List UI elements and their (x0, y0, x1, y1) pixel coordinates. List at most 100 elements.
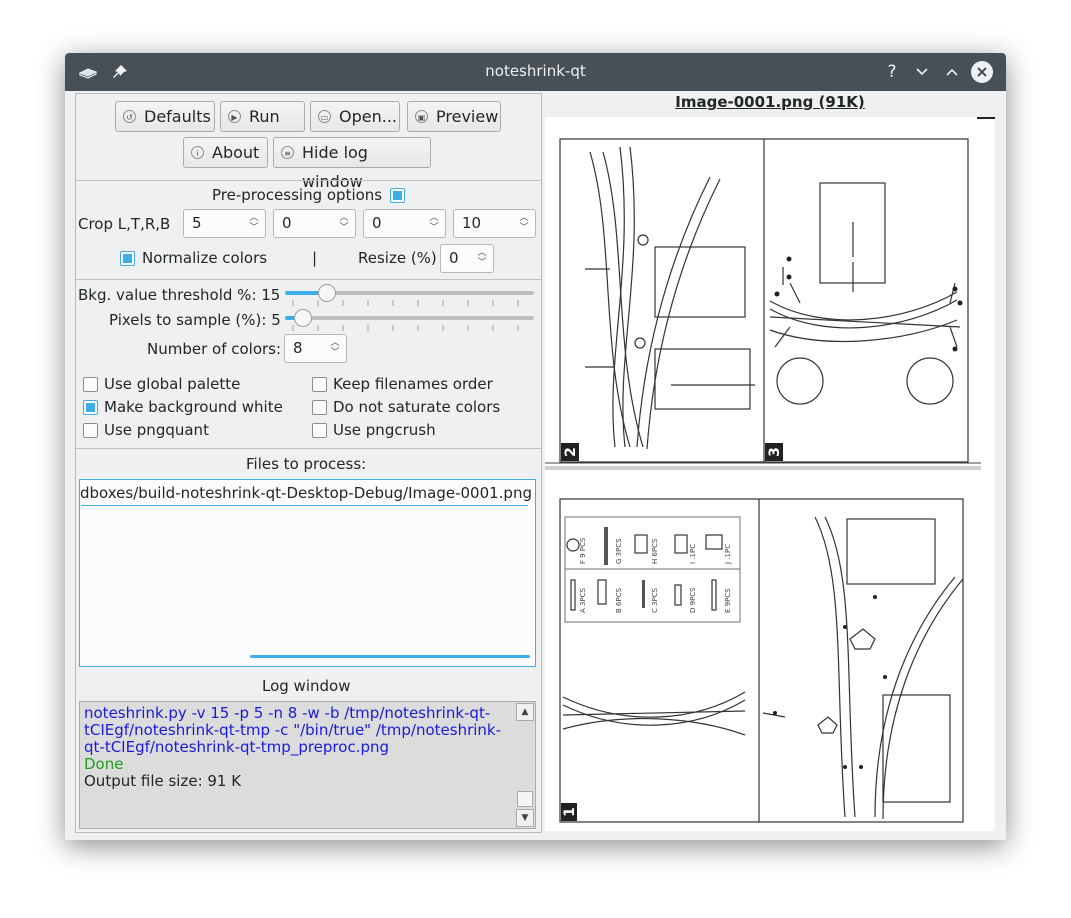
spin-arrows-icon[interactable]: ︿ ﹀ (338, 213, 350, 233)
about-label: About (212, 143, 260, 162)
pngquant-checkbox[interactable] (83, 423, 98, 438)
pixels-sample-slider[interactable] (285, 316, 534, 320)
title-bar: noteshrink-qt ? (65, 53, 1006, 91)
close-icon (977, 67, 987, 77)
scroll-thumb[interactable] (517, 791, 533, 807)
pixels-sample-ticks (292, 325, 519, 331)
bg-white-label: Make background white (104, 398, 283, 416)
resize-label: Resize (%) (358, 249, 437, 267)
crop-bottom-spinbox[interactable]: 10 ︿ ﹀ (453, 209, 536, 238)
keep-order-checkbox[interactable] (312, 377, 327, 392)
crop-top-spinbox[interactable]: 0 ︿ ﹀ (273, 209, 356, 238)
panel-number: 3 (767, 447, 783, 457)
hide-log-button[interactable]: ≡ Hide log window (273, 137, 431, 191)
pixels-sample-label: Pixels to sample (%): 5 (109, 311, 281, 329)
crop-left-value: 5 (192, 214, 202, 232)
log-title: Log window (262, 677, 351, 695)
files-hscrollbar[interactable] (250, 655, 530, 658)
files-list[interactable]: dboxes/build-noteshrink-qt-Desktop-Debug… (79, 479, 536, 667)
open-button[interactable]: ▭ Open... (310, 101, 400, 132)
part-label: F 9 PCS (579, 537, 587, 564)
panel-number: 2 (563, 447, 579, 457)
about-button[interactable]: i About (183, 137, 268, 168)
spin-arrows-icon[interactable]: ︿ ﹀ (476, 248, 488, 268)
preview-icon: ▣ (415, 110, 428, 123)
info-icon: i (191, 146, 204, 159)
hide-log-label: Hide log window (302, 143, 368, 191)
spin-arrows-icon[interactable]: ︿ ﹀ (428, 213, 440, 233)
maximize-button[interactable] (941, 61, 963, 83)
image-preview: 2 3 1 F 9 PCS G 3PCS H 6PCS I .1PC J .1P… (545, 117, 995, 831)
file-item-underline (81, 505, 528, 506)
preview-label: Preview (436, 107, 499, 126)
separator (76, 180, 541, 181)
no-saturate-checkbox[interactable] (312, 400, 327, 415)
help-button[interactable]: ? (881, 61, 903, 83)
run-button[interactable]: ▶ Run (220, 101, 305, 132)
option-divider: | (312, 249, 318, 267)
global-palette-checkbox[interactable] (83, 377, 98, 392)
bg-white-checkbox[interactable] (83, 400, 98, 415)
log-icon: ≡ (281, 146, 294, 159)
log-scrollbar[interactable]: ▲ ▼ (516, 703, 534, 827)
resize-value: 0 (449, 249, 459, 267)
no-saturate-label: Do not saturate colors (333, 398, 501, 416)
chevron-down-icon (916, 68, 928, 76)
pngquant-label: Use pngquant (104, 421, 209, 439)
panel-number: 1 (562, 807, 578, 817)
normalize-colors-label: Normalize colors (142, 249, 268, 267)
num-colors-label: Number of colors: (147, 340, 282, 358)
preprocessing-checkbox[interactable] (390, 188, 405, 203)
spin-arrows-icon[interactable]: ︿ ﹀ (329, 338, 341, 358)
separator (76, 279, 541, 280)
log-command: noteshrink.py -v 15 -p 5 -n 8 -w -b /tmp… (84, 704, 502, 756)
crop-bottom-value: 10 (462, 214, 482, 232)
instruction-sheet-image: 2 3 1 F 9 PCS G 3PCS H 6PCS I .1PC J .1P… (545, 117, 995, 831)
window-title: noteshrink-qt (485, 62, 586, 80)
log-output: Output file size: 91 K (84, 772, 242, 790)
part-label: J .1PC (724, 544, 732, 565)
log-done: Done (84, 755, 124, 773)
preprocessing-title: Pre-processing options (212, 186, 383, 204)
part-label: A 3PCS (579, 587, 587, 613)
pngcrush-checkbox[interactable] (312, 423, 327, 438)
spin-arrows-icon[interactable]: ︿ ﹀ (518, 213, 530, 233)
separator (76, 448, 541, 449)
part-label: I .1PC (689, 544, 697, 564)
crop-top-value: 0 (282, 214, 292, 232)
part-label: B 6PCS (615, 587, 623, 613)
defaults-label: Defaults (144, 107, 211, 126)
open-label: Open... (339, 107, 397, 126)
bkg-threshold-label: Bkg. value threshold %: 15 (78, 286, 281, 304)
normalize-colors-checkbox[interactable] (120, 251, 135, 266)
resize-spinbox[interactable]: 0 ︿ ﹀ (440, 244, 494, 273)
defaults-icon: ↺ (123, 110, 136, 123)
scroll-up-button[interactable]: ▲ (516, 703, 534, 721)
part-label: H 6PCS (651, 538, 659, 564)
preview-title: Image-0001.png (91K) (675, 93, 865, 111)
folder-icon: ▭ (318, 110, 331, 123)
spin-arrows-icon[interactable]: ︿ ﹀ (248, 213, 260, 233)
files-title: Files to process: (246, 455, 367, 473)
num-colors-spinbox[interactable]: 8 ︿ ﹀ (284, 334, 347, 363)
keep-order-label: Keep filenames order (333, 375, 493, 393)
crop-label: Crop L,T,R,B (78, 215, 171, 233)
minimize-button[interactable] (911, 61, 933, 83)
crop-right-value: 0 (372, 214, 382, 232)
close-button[interactable] (971, 61, 993, 83)
settings-panel: ↺ Defaults ▶ Run ▭ Open... ▣ Preview i About … (75, 93, 542, 833)
crop-left-spinbox[interactable]: 5 ︿ ﹀ (183, 209, 266, 238)
defaults-button[interactable]: ↺ Defaults (115, 101, 215, 132)
app-window: noteshrink-qt ? ↺ Defaults ▶ Run ▭ Open... … (65, 53, 1006, 840)
chevron-up-icon (946, 68, 958, 76)
run-label: Run (249, 107, 280, 126)
file-list-item[interactable]: dboxes/build-noteshrink-qt-Desktop-Debug… (80, 484, 532, 502)
log-window[interactable]: noteshrink.py -v 15 -p 5 -n 8 -w -b /tmp… (79, 701, 536, 829)
part-label: D 9PCS (689, 587, 697, 613)
bkg-threshold-ticks (292, 300, 519, 306)
part-label: E 9PCS (724, 588, 732, 613)
part-label: C 3PCS (651, 587, 659, 613)
scroll-down-button[interactable]: ▼ (516, 809, 534, 827)
crop-right-spinbox[interactable]: 0 ︿ ﹀ (363, 209, 446, 238)
preview-button[interactable]: ▣ Preview (407, 101, 501, 132)
